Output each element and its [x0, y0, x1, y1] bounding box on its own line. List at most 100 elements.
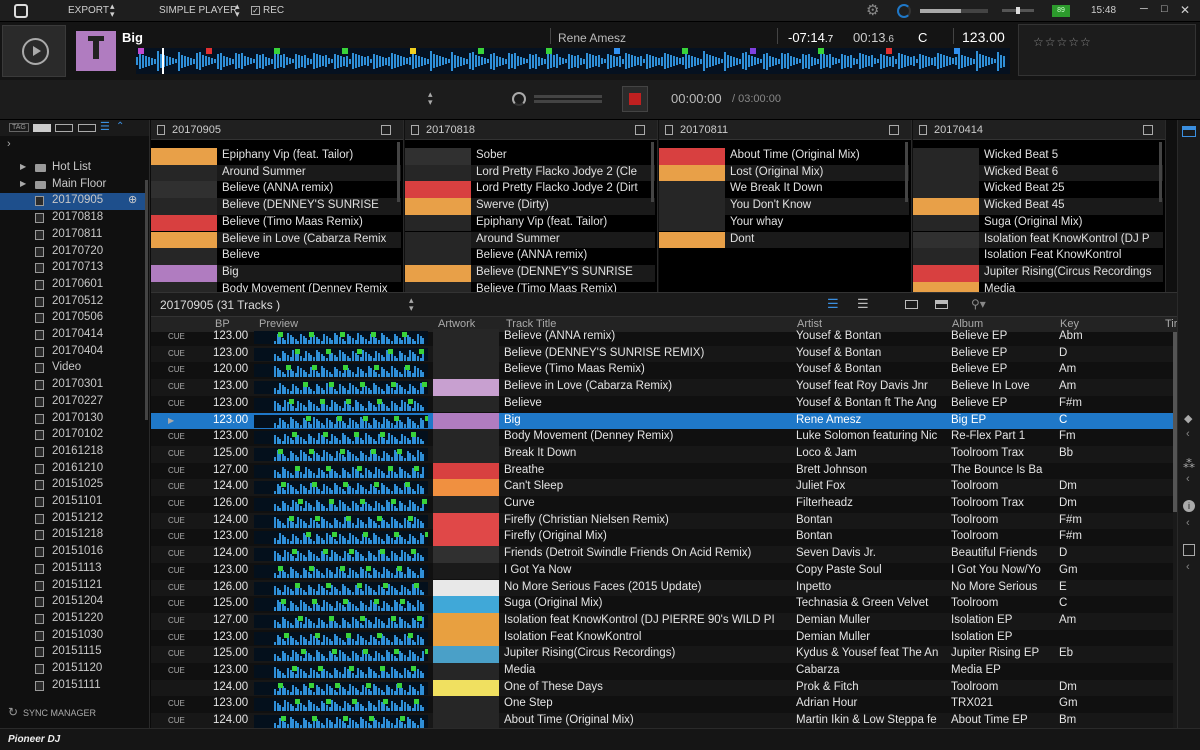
preview-column-header[interactable]: 20170811	[659, 120, 911, 140]
cue-marker[interactable]	[410, 48, 416, 54]
sidebar-item[interactable]: 20170601	[0, 277, 148, 294]
preview-track-row[interactable]: Isolation Feat KnowKontrol	[913, 248, 1163, 265]
preview-track-row[interactable]: Believe in Love (Cabarza Remix	[151, 231, 401, 249]
info-icon[interactable]: i	[1183, 500, 1195, 512]
preview-scrollbar[interactable]	[397, 142, 400, 202]
preview-track-row[interactable]: Believe	[151, 248, 401, 265]
sidebar-item[interactable]: 20170227	[0, 394, 148, 411]
cue-marker[interactable]	[886, 48, 892, 54]
preview-track-row[interactable]: Epiphany Vip (feat. Tailor)	[405, 214, 655, 232]
cue-marker[interactable]	[954, 48, 960, 54]
preview-waveform[interactable]	[254, 548, 428, 562]
preview-track-row[interactable]: Wicked Beat 5	[913, 148, 1163, 165]
preview-track-row[interactable]: Believe (ANNA remix)	[405, 248, 655, 265]
back-chevron-icon[interactable]: ›	[7, 138, 11, 150]
preview-track-row[interactable]: Swerve (Dirty)	[405, 198, 655, 215]
preview-track-row[interactable]: Lord Pretty Flacko Jodye 2 (Cle	[405, 164, 655, 182]
collapse-updown-icon[interactable]: ▴ ▾	[428, 90, 433, 107]
sidebar-item[interactable]: 20170713	[0, 260, 148, 277]
preview-waveform[interactable]	[254, 715, 428, 729]
preview-waveform[interactable]	[254, 431, 428, 445]
track-row[interactable]: CUE 123.00 One Step Adrian Hour TRX021 Gm	[151, 696, 1173, 714]
preview-waveform[interactable]	[254, 364, 428, 378]
preview-waveform[interactable]	[254, 614, 428, 628]
sidebar-item[interactable]: 20151121	[0, 578, 148, 595]
sidebar-item[interactable]: 20170818	[0, 210, 148, 227]
track-row[interactable]: CUE 123.00 I Got Ya Now Copy Paste Soul I Go…	[151, 562, 1173, 580]
playhead[interactable]	[162, 48, 165, 74]
sidebar-item[interactable]: 20161218	[0, 444, 148, 461]
preview-waveform[interactable]	[254, 648, 428, 662]
preview-track-row[interactable]: Suga (Original Mix)	[913, 214, 1163, 232]
sidebar-item[interactable]: 20170130	[0, 411, 148, 428]
preview-column-header[interactable]: 20170818	[405, 120, 657, 140]
sidebar-scrollbar[interactable]	[145, 180, 148, 420]
column-menu-icon[interactable]	[635, 125, 645, 135]
sidebar-item[interactable]: 20170512	[0, 294, 148, 311]
preview-track-row[interactable]: Media	[913, 281, 1163, 292]
export-menu[interactable]: EXPORT	[68, 5, 109, 16]
player-mode-updown-icon[interactable]: ▴ ▾	[235, 2, 240, 19]
track-row[interactable]: CUE 125.00 Break It Down Loco & Jam Toolroom…	[151, 445, 1173, 463]
expand-left-icon[interactable]: ‹	[1186, 428, 1190, 440]
deck-waveform[interactable]	[136, 48, 1010, 74]
track-row[interactable]: CUE 123.00 Believe (ANNA remix) Yousef & Bo…	[151, 329, 1173, 346]
sidebar-item[interactable]: 20151101	[0, 494, 148, 511]
track-row[interactable]: CUE 123.00 Believe in Love (Cabarza Remix)…	[151, 379, 1173, 396]
preview-waveform[interactable]	[254, 481, 428, 495]
cue-marker[interactable]	[546, 48, 552, 54]
minimize-button[interactable]: ─	[1140, 3, 1148, 15]
expand-left-icon[interactable]: ‹	[1186, 473, 1190, 485]
track-row[interactable]: CUE 120.00 Believe (Timo Maas Remix) Yousef…	[151, 362, 1173, 380]
sidebar-item[interactable]: 20151111	[0, 678, 148, 695]
headphone-slider-thumb[interactable]	[1016, 7, 1020, 14]
preview-waveform[interactable]	[254, 447, 428, 461]
master-level-knob[interactable]	[897, 4, 911, 18]
preview-track-row[interactable]: Believe (Timo Maas Remix)	[405, 281, 655, 292]
settings-gear-icon[interactable]: ⚙	[866, 1, 879, 19]
compact-list-view-icon[interactable]: ☰	[857, 296, 869, 312]
tag-button[interactable]: TAG	[9, 123, 29, 132]
cue-marker[interactable]	[138, 48, 144, 54]
preview-waveform[interactable]	[254, 331, 428, 344]
sidebar-item[interactable]: 20151016	[0, 544, 148, 561]
detail-list-view-icon[interactable]: ☰	[827, 296, 839, 312]
cue-marker[interactable]	[206, 48, 212, 54]
column-menu-icon[interactable]	[1143, 125, 1153, 135]
expand-left-icon[interactable]: ‹	[1186, 517, 1190, 529]
maximize-button[interactable]: □	[1161, 3, 1168, 15]
sidebar-item[interactable]: 20170905 ⊕	[0, 193, 148, 211]
sidebar-item[interactable]: Video	[0, 360, 148, 377]
sidebar-item[interactable]: 20170811	[0, 227, 148, 244]
related-tracks-icon[interactable]: ⁂	[1183, 457, 1195, 471]
add-icon[interactable]: ⊕	[128, 193, 137, 206]
preview-track-row[interactable]: You Don't Know	[659, 198, 909, 215]
preview-waveform[interactable]	[254, 514, 428, 528]
cue-marker[interactable]	[342, 48, 348, 54]
track-row[interactable]: CUE 127.00 Isolation feat KnowKontrol (DJ …	[151, 612, 1173, 630]
sidebar-item[interactable]: 20151120	[0, 661, 148, 678]
column-menu-icon[interactable]	[889, 125, 899, 135]
sidebar-item[interactable]: 20161210	[0, 461, 148, 478]
preview-waveform[interactable]	[254, 581, 428, 595]
preview-track-row[interactable]: Big	[151, 264, 401, 282]
preview-waveform[interactable]	[254, 347, 428, 361]
artwork-view-icon[interactable]	[905, 300, 918, 309]
cue-marker[interactable]	[274, 48, 280, 54]
view-toggle-3[interactable]	[78, 124, 96, 132]
tracklist-updown-icon[interactable]: ▴ ▾	[409, 296, 414, 313]
preview-waveform[interactable]	[254, 397, 428, 411]
track-row[interactable]: CUE 123.00 Believe Yousef & Bontan ft The A…	[151, 395, 1173, 413]
preview-track-row[interactable]: Body Movement (Denney Remix	[151, 281, 401, 292]
preview-track-row[interactable]: Isolation feat KnowKontrol (DJ P	[913, 231, 1163, 249]
sidebar-item[interactable]: 20151113	[0, 561, 148, 578]
preview-track-row[interactable]: Your whay	[659, 214, 909, 232]
sidebar-item[interactable]: 20151025	[0, 477, 148, 494]
rec-level-knob[interactable]	[512, 92, 526, 106]
preview-waveform[interactable]	[254, 698, 428, 712]
preview-track-row[interactable]: Believe (ANNA remix)	[151, 181, 401, 199]
sidebar-item[interactable]: 20151204	[0, 594, 148, 611]
preview-waveform[interactable]	[254, 665, 428, 678]
track-row[interactable]: CUE 124.00 Friends (Detroit Swindle Friend…	[151, 546, 1173, 563]
track-row[interactable]: CUE 125.00 Suga (Original Mix) Technasia & …	[151, 596, 1173, 613]
